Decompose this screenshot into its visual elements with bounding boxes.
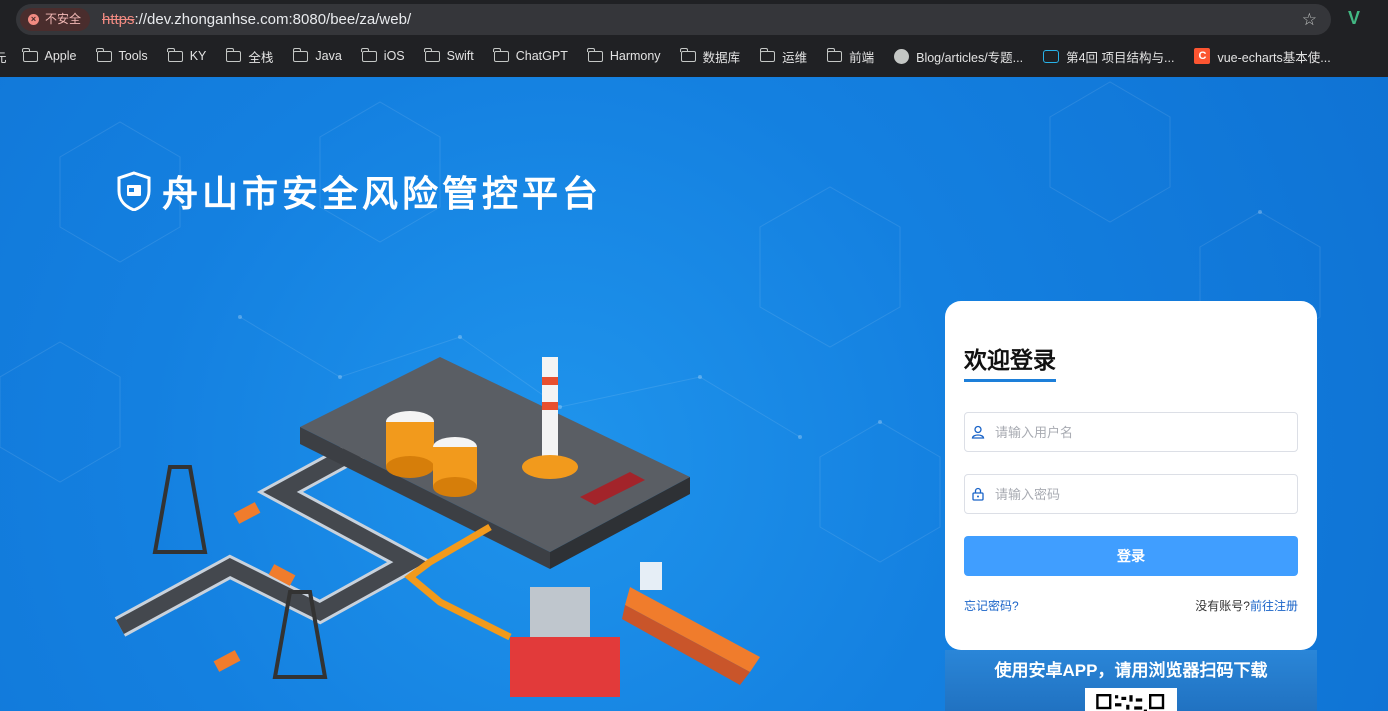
bookmark-folder-swift[interactable]: Swift <box>424 47 474 63</box>
folder-icon <box>22 47 38 62</box>
bookmark-label: 第4回 项目结构与... <box>1066 50 1175 65</box>
csdn-icon: C <box>1194 48 1211 64</box>
bookmark-label: vue-echarts基本使... <box>1217 50 1331 65</box>
bookmark-github-blog[interactable]: Blog/articles/专题... <box>894 47 1023 66</box>
bookmark-label: iOS <box>383 49 405 63</box>
folder-icon <box>424 47 440 62</box>
login-button[interactable]: 登录 <box>964 536 1298 576</box>
bookmark-folder-database[interactable]: 数据库 <box>680 47 741 66</box>
platform-title: 舟山市安全风险管控平台 <box>162 173 603 214</box>
bookmark-label: Java <box>315 49 342 63</box>
folder-icon <box>361 47 377 62</box>
bookmark-csdn[interactable]: Cvue-echarts基本使... <box>1194 47 1331 66</box>
browser-chrome: × 不安全 https://dev.zhonganhse.com:8080/be… <box>0 0 1388 77</box>
bookmark-folder-frontend[interactable]: 前端 <box>826 47 875 66</box>
bookmark-label: Harmony <box>609 49 661 63</box>
bookmark-label: 数据库 <box>702 50 741 65</box>
folder-icon <box>587 47 603 62</box>
bookmark-label: 全栈 <box>248 50 274 65</box>
folder-icon <box>167 47 183 62</box>
bookmark-label: 前端 <box>849 50 875 65</box>
forgot-password-link[interactable]: 忘记密码? <box>964 597 1019 614</box>
bookmark-folder-apple[interactable]: Apple <box>22 47 77 63</box>
login-heading: 欢迎登录 <box>964 341 1056 382</box>
security-chip[interactable]: × 不安全 <box>20 8 91 31</box>
address-bar[interactable]: × 不安全 https://dev.zhonganhse.com:8080/be… <box>16 4 1331 35</box>
folder-icon <box>225 47 242 62</box>
security-label: 不安全 <box>45 12 82 26</box>
bilibili-icon <box>1043 49 1060 63</box>
bookmark-folder-ops[interactable]: 运维 <box>759 47 808 66</box>
bookmark-label: KY <box>189 49 207 63</box>
bookmark-label: 运维 <box>782 50 808 65</box>
vue-devtools-icon[interactable]: V <box>1348 8 1360 29</box>
bookmark-folder-harmony[interactable]: Harmony <box>587 47 661 63</box>
password-field[interactable] <box>964 474 1298 514</box>
username-input[interactable] <box>995 413 1285 451</box>
bookmark-item[interactable]: 元 <box>0 47 7 66</box>
bookmark-folder-fullstack[interactable]: 全栈 <box>225 47 274 66</box>
industrial-illustration <box>114 357 760 697</box>
bookmark-folder-ky[interactable]: KY <box>167 47 207 63</box>
url-text[interactable]: https://dev.zhonganhse.com:8080/bee/za/w… <box>102 11 411 28</box>
bookmark-folder-java[interactable]: Java <box>292 47 342 63</box>
no-account-label: 没有账号? <box>1195 599 1250 613</box>
password-input[interactable] <box>995 475 1285 513</box>
bookmark-label: ChatGPT <box>515 49 568 63</box>
folder-icon <box>96 47 112 62</box>
github-icon <box>894 48 910 64</box>
brand-header: 舟山市安全风险管控平台 <box>116 165 602 217</box>
bookmark-star-icon[interactable]: ☆ <box>1302 10 1317 30</box>
folder-icon <box>493 47 509 62</box>
bookmark-label: Blog/articles/专题... <box>916 50 1024 65</box>
register-prompt: 没有账号?前往注册 <box>1195 597 1298 614</box>
bookmark-label: Apple <box>44 49 77 63</box>
login-card: 欢迎登录 登录 忘记密码? 没有账号?前往注册 <box>945 301 1317 650</box>
bookmark-label: 元 <box>0 50 7 65</box>
bookmark-folder-chatgpt[interactable]: ChatGPT <box>493 47 568 63</box>
lock-icon <box>972 487 984 501</box>
username-field[interactable] <box>964 412 1298 452</box>
insecure-icon: × <box>28 14 39 25</box>
login-page: 舟山市安全风险管控平台 欢迎登录 请输入用户名 登录 忘记密码? 没有账号?前往… <box>0 77 1388 711</box>
bookmark-label: Tools <box>118 49 148 63</box>
bookmark-label: Swift <box>446 49 474 63</box>
url-scheme: https <box>102 11 135 28</box>
bookmarks-bar: 元 Apple Tools KY 全栈 Java iOS Swift ChatG… <box>0 42 1388 70</box>
app-download-strip: 使用安卓APP，请用浏览器扫码下载 <box>945 650 1317 711</box>
bookmark-folder-ios[interactable]: iOS <box>361 47 405 63</box>
folder-icon <box>680 47 696 62</box>
app-download-text: 使用安卓APP，请用浏览器扫码下载 <box>994 661 1268 680</box>
shield-logo-icon <box>117 171 151 211</box>
folder-icon <box>292 47 309 62</box>
user-icon <box>971 425 985 439</box>
app-download-qr-code[interactable] <box>1085 688 1177 711</box>
folder-icon <box>759 47 776 62</box>
bookmark-folder-tools[interactable]: Tools <box>96 47 148 63</box>
bookmark-bilibili[interactable]: 第4回 项目结构与... <box>1043 47 1174 66</box>
folder-icon <box>826 47 843 62</box>
url-rest: ://dev.zhonganhse.com:8080/bee/za/web/ <box>134 11 412 28</box>
register-link[interactable]: 前往注册 <box>1250 599 1298 613</box>
